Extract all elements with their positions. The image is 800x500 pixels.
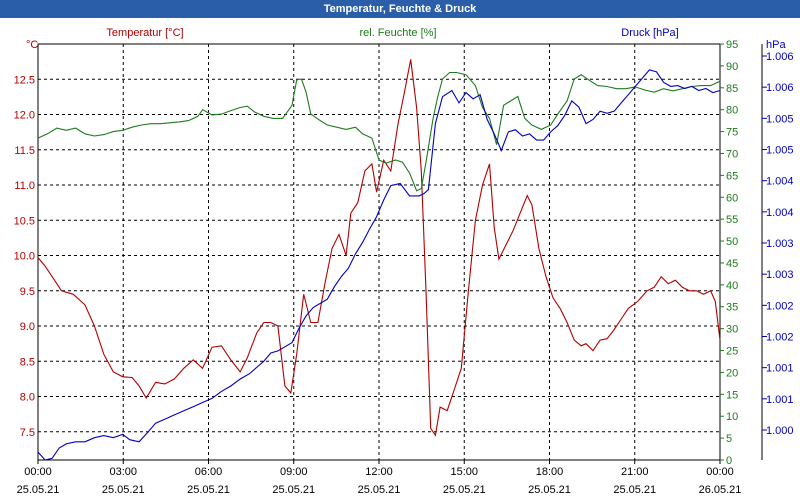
pressure-tick-label: 1.005 — [766, 145, 794, 157]
x-tick-time: 00:00 — [24, 466, 52, 478]
humidity-tick-label: 90 — [726, 61, 738, 73]
x-tick-time: 09:00 — [280, 466, 308, 478]
x-tick-time: 18:00 — [536, 466, 564, 478]
humidity-tick-label: 25 — [726, 346, 738, 358]
x-tick-date: 25.05.21 — [613, 484, 656, 496]
humidity-tick-label: 70 — [726, 148, 738, 160]
x-tick-date: 25.05.21 — [272, 484, 315, 496]
humidity-tick-label: 20 — [726, 367, 738, 379]
temperature-tick-label: 12.0 — [14, 110, 35, 122]
humidity-tick-label: 0 — [726, 455, 732, 467]
humidity-tick-label: 5 — [726, 433, 732, 445]
x-tick-date: 25.05.21 — [358, 484, 401, 496]
temperature-tick-label: 8.0 — [20, 392, 35, 404]
humidity-tick-label: 55 — [726, 214, 738, 226]
humidity-tick-label: 85 — [726, 83, 738, 95]
humidity-tick-label: 65 — [726, 170, 738, 182]
x-tick-date: 26.05.21 — [699, 484, 742, 496]
x-tick-time: 12:00 — [365, 466, 393, 478]
pressure-tick-label: 1.002 — [766, 300, 794, 312]
pressure-tick-label: 1.004 — [766, 207, 794, 219]
humidity-header: rel. Feuchte [%] — [359, 27, 436, 39]
humidity-tick-label: 15 — [726, 389, 738, 401]
humidity-tick-label: 75 — [726, 127, 738, 139]
window-title: Temperatur, Feuchte & Druck — [0, 0, 800, 18]
temperature-tick-label: 10.0 — [14, 251, 35, 263]
pressure-tick-label: 1.001 — [766, 363, 794, 375]
humidity-tick-label: 30 — [726, 324, 738, 336]
pressure-tick-label: 1.000 — [766, 425, 794, 437]
temperature-tick-label: 9.0 — [20, 321, 35, 333]
humidity-tick-label: 35 — [726, 302, 738, 314]
temperature-tick-label: 11.5 — [14, 145, 35, 157]
x-tick-date: 25.05.21 — [443, 484, 486, 496]
humidity-tick-label: 60 — [726, 192, 738, 204]
humidity-tick-label: 95 — [726, 39, 738, 51]
x-tick-time: 03:00 — [109, 466, 137, 478]
humidity-tick-label: 50 — [726, 236, 738, 248]
pressure-tick-label: 1.004 — [766, 176, 794, 188]
temperature-tick-label: 11.0 — [14, 180, 35, 192]
temperature-tick-label: 7.5 — [20, 427, 35, 439]
x-tick-time: 21:00 — [621, 466, 649, 478]
pressure-tick-label: 1.003 — [766, 269, 794, 281]
pressure-tick-label: 1.006 — [766, 51, 794, 63]
humidity-tick-label: 80 — [726, 105, 738, 117]
x-tick-date: 25.05.21 — [528, 484, 571, 496]
temperature-tick-label: 9.5 — [20, 286, 35, 298]
x-tick-time: 00:00 — [706, 466, 734, 478]
x-tick-time: 15:00 — [450, 466, 478, 478]
pressure-tick-label: 1.001 — [766, 394, 794, 406]
humidity-tick-label: 10 — [726, 411, 738, 423]
pressure-unit-label: hPa — [766, 39, 786, 51]
x-tick-time: 06:00 — [195, 466, 223, 478]
humidity-tick-label: 45 — [726, 258, 738, 270]
humidity-tick-label: 40 — [726, 280, 738, 292]
pressure-header: Druck [hPa] — [621, 27, 678, 39]
pressure-tick-label: 1.005 — [766, 113, 794, 125]
temperature-unit-label: °C — [26, 39, 38, 51]
x-tick-date: 25.05.21 — [17, 484, 60, 496]
chart-area: 7.5 8.0 8.5 9.0 9.5 10.0 10.5 11.0 11.5 12.0 12.5 0… — [0, 18, 800, 500]
temperature-tick-label: 12.5 — [14, 74, 35, 86]
chart-svg: 7.5 8.0 8.5 9.0 9.5 10.0 10.5 11.0 11.5 12.0 12.5 0… — [14, 27, 794, 496]
pressure-tick-label: 1.003 — [766, 238, 794, 250]
pressure-tick-label: 1.002 — [766, 332, 794, 344]
pressure-tick-label: 1.006 — [766, 82, 794, 94]
temperature-tick-label: 8.5 — [20, 356, 35, 368]
x-tick-date: 25.05.21 — [187, 484, 230, 496]
temperature-tick-label: 10.5 — [14, 215, 35, 227]
x-tick-date: 25.05.21 — [102, 484, 145, 496]
temperature-header: Temperatur [°C] — [106, 27, 183, 39]
